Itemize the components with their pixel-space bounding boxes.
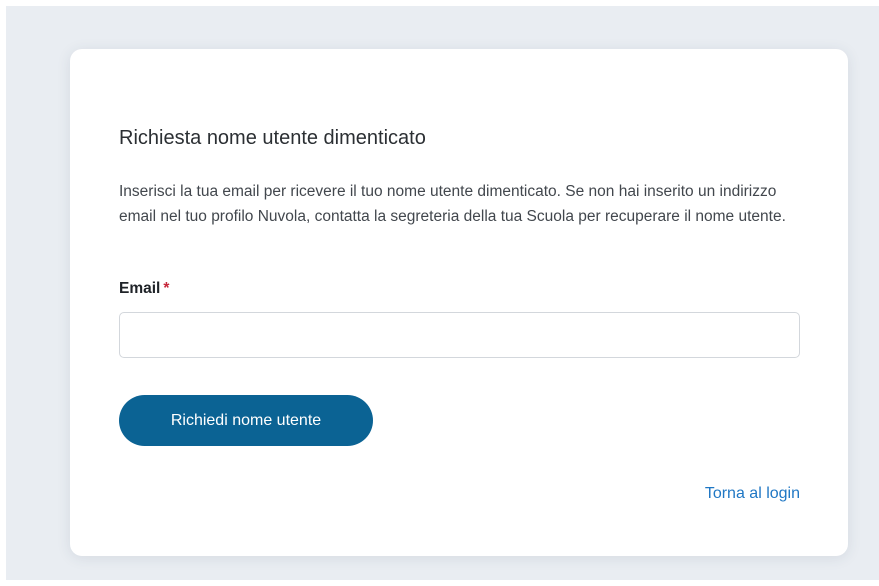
email-label: Email * — [119, 280, 169, 298]
required-asterisk: * — [163, 280, 170, 297]
back-to-login-link[interactable]: Torna al login — [705, 485, 800, 503]
request-username-button[interactable]: Richiedi nome utente — [119, 395, 373, 446]
email-field[interactable] — [119, 312, 800, 358]
instructions-text: Inserisci la tua email per ricevere il t… — [119, 183, 786, 225]
email-label-text: Email — [119, 280, 161, 297]
page-title: Richiesta nome utente dimenticato — [119, 127, 426, 149]
forgot-username-card: Richiesta nome utente dimenticato Inseri… — [70, 49, 848, 556]
